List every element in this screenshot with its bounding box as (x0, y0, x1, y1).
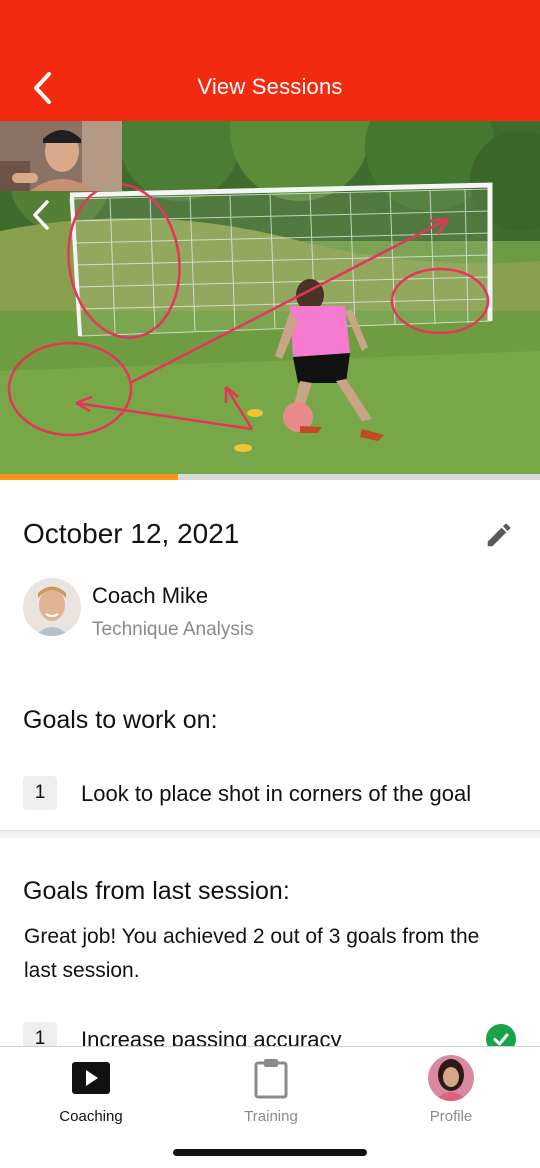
pencil-icon (487, 523, 511, 547)
last-session-title: Goals from last session: (23, 877, 290, 905)
video-player[interactable] (0, 121, 540, 480)
video-progress-bar[interactable] (0, 474, 540, 480)
coach-avatar (23, 578, 81, 636)
goal-text: Look to place shot in corners of the goa… (81, 781, 472, 806)
goals-section-title: Goals to work on: (23, 706, 218, 734)
play-icon (72, 1062, 110, 1094)
tab-label: Profile (429, 1108, 473, 1125)
home-indicator (173, 1149, 367, 1156)
chevron-left-icon (33, 200, 49, 230)
tab-profile[interactable]: Profile (361, 1047, 540, 1147)
app-header: View Sessions (0, 0, 540, 121)
video-back-button[interactable] (28, 197, 54, 233)
goal-number-badge: 1 (23, 776, 57, 810)
section-divider (0, 830, 540, 838)
avatar (428, 1055, 474, 1101)
tab-coaching[interactable]: Coaching (1, 1047, 181, 1147)
page-title: View Sessions (197, 74, 343, 99)
goal-text: Increase passing accuracy (81, 1027, 342, 1046)
achieved-check-icon (486, 1024, 516, 1046)
last-session-goal-row: 1 Increase passing accuracy (0, 1010, 540, 1046)
clipboard-icon (254, 1059, 288, 1099)
goal-number-badge: 1 (23, 1022, 57, 1046)
coach-name: Coach Mike (92, 583, 209, 608)
tab-training[interactable]: Training (181, 1047, 361, 1147)
last-session-summary: Great job! You achieved 2 out of 3 goals… (24, 925, 480, 982)
tab-label: Coaching (59, 1108, 123, 1125)
coach-video-frame (0, 121, 122, 191)
video-progress-fill (0, 474, 179, 480)
session-date: October 12, 2021 (23, 518, 240, 549)
coach-video-pip[interactable] (0, 121, 122, 191)
coach-session-type: Technique Analysis (92, 619, 254, 640)
tab-label: Training (244, 1108, 298, 1125)
edit-button[interactable] (484, 520, 514, 550)
